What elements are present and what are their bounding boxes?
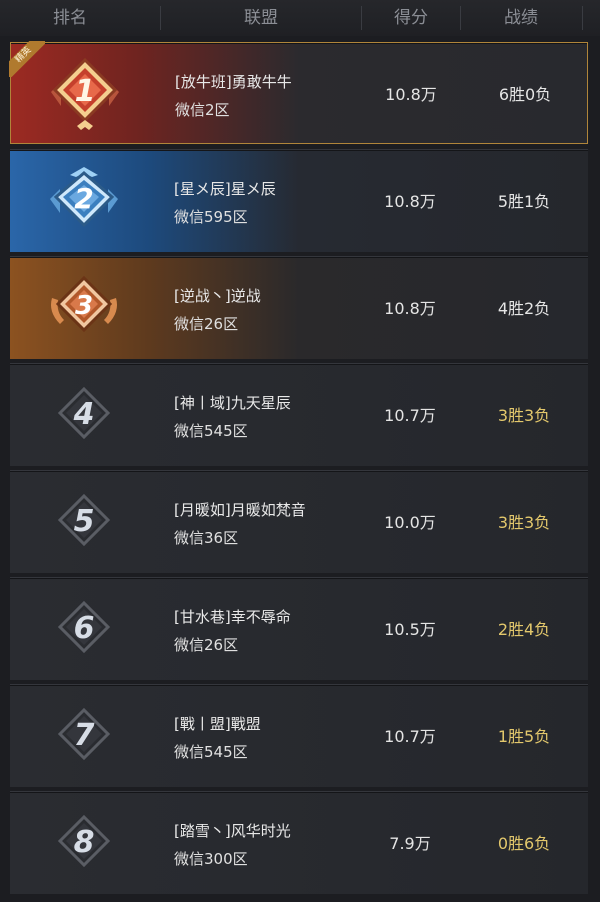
alliance-name: [踏雪丶]风华时光	[174, 822, 291, 840]
svg-text:5: 5	[74, 504, 95, 539]
svg-text:6: 6	[74, 611, 95, 646]
record-value: 6胜0负	[498, 85, 552, 104]
table-row[interactable]: 6 [甘水巷]幸不辱命 微信26区 10.5万 2胜4负	[10, 577, 588, 680]
table-header: 排名 联盟 得分 战绩	[0, 0, 600, 36]
record-value: 3胜3负	[497, 406, 551, 425]
header-divider	[582, 6, 583, 30]
svg-text:4: 4	[73, 397, 95, 432]
score-value: 7.9万	[389, 834, 431, 853]
score-value: 10.7万	[384, 406, 436, 425]
header-alliance: 联盟	[244, 8, 278, 28]
rank-6-badge-icon: 6	[57, 600, 111, 654]
alliance-name: [甘水巷]幸不辱命	[174, 608, 291, 626]
svg-text:2: 2	[74, 182, 93, 215]
alliance-name: [逆战丶]逆战	[174, 287, 261, 305]
score-value: 10.0万	[384, 513, 436, 532]
table-row[interactable]: 3 [逆战丶]逆战 微信26区 10.8万 4胜2负	[10, 256, 588, 359]
alliance-name: [神丨域]九天星辰	[174, 394, 291, 412]
score-value: 10.8万	[385, 85, 437, 104]
record-value: 1胜5负	[497, 727, 551, 746]
server-name: 微信26区	[174, 636, 239, 654]
server-name: 微信300区	[174, 850, 248, 868]
table-row[interactable]: 7 [戰丨盟]戰盟 微信545区 10.7万 1胜5负	[10, 684, 588, 787]
server-name: 微信36区	[174, 529, 239, 547]
server-name: 微信26区	[174, 315, 239, 333]
rank-5-badge-icon: 5	[57, 493, 111, 547]
svg-text:3: 3	[75, 291, 93, 321]
header-record: 战绩	[504, 8, 538, 28]
record-value: 5胜1负	[497, 192, 551, 211]
alliance-name: [放牛班]勇敢牛牛	[175, 73, 292, 91]
table-row[interactable]: 精英 1 [放牛班]勇敢牛牛 微信2区 10.8万 6胜0负	[9, 41, 588, 144]
alliance-name: [月暖如]月暖如梵音	[174, 501, 306, 519]
record-value: 0胜6负	[497, 834, 551, 853]
record-value: 4胜2负	[497, 299, 551, 318]
server-name: 微信2区	[175, 101, 230, 119]
score-value: 10.7万	[384, 727, 436, 746]
score-value: 10.8万	[384, 299, 436, 318]
rank-2-medal-icon: 2	[50, 167, 118, 228]
score-value: 10.8万	[384, 192, 436, 211]
rank-4-badge-icon: 4	[57, 386, 111, 440]
server-name: 微信545区	[174, 422, 248, 440]
rank-8-badge-icon: 8	[57, 814, 111, 868]
server-name: 微信545区	[174, 743, 248, 761]
svg-text:7: 7	[74, 718, 95, 753]
record-value: 3胜3负	[497, 513, 551, 532]
table-row[interactable]: 8 [踏雪丶]风华时光 微信300区 7.9万 0胜6负	[10, 791, 588, 894]
svg-text:1: 1	[75, 74, 96, 109]
server-name: 微信595区	[174, 208, 248, 226]
elite-badge: 精英	[9, 41, 45, 77]
record-value: 2胜4负	[497, 620, 551, 639]
table-row[interactable]: 2 [星メ辰]星メ辰 微信595区 10.8万 5胜1负	[10, 149, 588, 252]
header-rank: 排名	[53, 8, 87, 28]
rank-3-medal-icon: 3	[51, 275, 117, 333]
rank-1-medal-icon: 1	[51, 57, 119, 130]
table-row[interactable]: 5 [月暖如]月暖如梵音 微信36区 10.0万 3胜3负	[10, 470, 588, 573]
table-row[interactable]: 4 [神丨域]九天星辰 微信545区 10.7万 3胜3负	[10, 363, 588, 466]
header-score: 得分	[394, 8, 428, 28]
score-value: 10.5万	[384, 620, 436, 639]
svg-text:8: 8	[74, 825, 95, 860]
alliance-name: [星メ辰]星メ辰	[174, 180, 276, 198]
rank-7-badge-icon: 7	[57, 707, 111, 761]
alliance-name: [戰丨盟]戰盟	[174, 715, 261, 733]
